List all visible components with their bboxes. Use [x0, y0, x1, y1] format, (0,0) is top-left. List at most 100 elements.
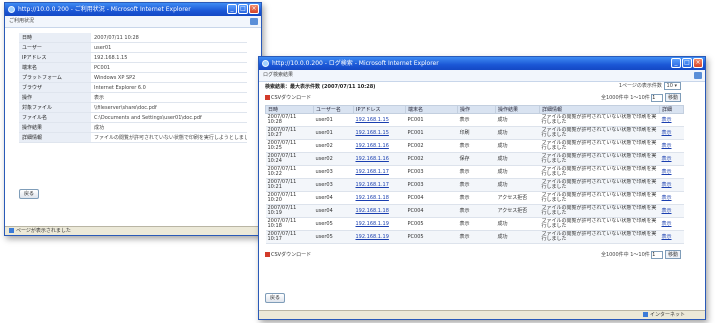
table-cell: PC005 — [405, 217, 458, 231]
page-size-select[interactable]: 10 ▾ — [663, 82, 681, 90]
csv-download-bottom[interactable]: CSVダウンロード — [265, 251, 311, 258]
detail-link[interactable]: 表示 — [659, 204, 684, 218]
detail-window-titlebar[interactable]: http://10.0.0.200 - ご利用状況 - Microsoft In… — [5, 3, 261, 16]
table-cell: user01 — [313, 126, 354, 140]
ip-link[interactable]: 192.168.1.15 — [353, 113, 406, 127]
detail-label: 操作結果 — [19, 122, 91, 133]
close-icon[interactable]: × — [693, 58, 703, 68]
csv-download-top[interactable]: CSVダウンロード — [265, 94, 311, 101]
table-cell: 成功 — [495, 230, 540, 244]
column-header[interactable]: 端末名 — [405, 105, 458, 114]
ip-link[interactable]: 192.168.1.19 — [353, 230, 406, 244]
table-cell: 表示 — [457, 178, 496, 192]
ip-link[interactable]: 192.168.1.17 — [353, 165, 406, 179]
page-go-button[interactable]: 移動 — [664, 250, 681, 259]
column-header[interactable]: 操作 — [457, 105, 496, 114]
ip-link[interactable]: 192.168.1.15 — [353, 126, 406, 140]
csv-icon — [265, 95, 270, 100]
back-button[interactable]: 戻る — [265, 293, 286, 303]
table-cell: 表示 — [457, 113, 496, 127]
detail-row: 操作結果 成功 — [19, 122, 247, 133]
detail-row: 対象ファイル \\fileserver\share\doc.pdf — [19, 102, 247, 113]
detail-row: ユーザー user01 — [19, 42, 247, 53]
column-header[interactable]: 日時 — [265, 105, 314, 114]
pager-bottom: 全1000件中 1〜10件 移動 — [601, 250, 681, 259]
detail-link[interactable]: 表示 — [659, 217, 684, 231]
detail-value: 成功 — [91, 122, 247, 133]
column-header[interactable]: 操作結果 — [495, 105, 540, 114]
detail-row: 操作 表示 — [19, 92, 247, 103]
table-row: 2007/07/11 10:22 user03 192.168.1.17 PC003 表… — [265, 165, 684, 179]
table-cell: 2007/07/11 10:21 — [265, 178, 314, 192]
ip-link[interactable]: 192.168.1.18 — [353, 191, 406, 205]
ip-link[interactable]: 192.168.1.16 — [353, 152, 406, 166]
ip-link[interactable]: 192.168.1.17 — [353, 178, 406, 192]
table-cell: user04 — [313, 191, 354, 205]
back-button[interactable]: 戻る — [19, 189, 40, 199]
detail-row: 端末名 PC001 — [19, 62, 247, 73]
table-cell: ファイルの閲覧が許可されていない状態で印刷を実行しました — [539, 126, 660, 140]
column-header[interactable]: IPアドレス — [353, 105, 406, 114]
detail-row: 日時 2007/07/11 10:28 — [19, 33, 247, 43]
minimize-icon[interactable]: _ — [671, 58, 681, 68]
table-cell: PC003 — [405, 165, 458, 179]
table-row: 2007/07/11 10:19 user04 192.168.1.18 PC004 表… — [265, 204, 684, 218]
table-cell: user02 — [313, 152, 354, 166]
column-header[interactable]: 詳細情報 — [539, 105, 660, 114]
detail-value: C:\Documents and Settings\user01\doc.pdf — [91, 112, 247, 123]
detail-label: IPアドレス — [19, 52, 91, 63]
table-cell: ファイルの閲覧が許可されていない状態で印刷を実行しました — [539, 165, 660, 179]
pager-top: 全1000件中 1〜10件 移動 — [601, 93, 681, 102]
detail-row: ファイル名 C:\Documents and Settings\user01\do… — [19, 112, 247, 123]
ip-link[interactable]: 192.168.1.18 — [353, 204, 406, 218]
detail-link[interactable]: 表示 — [659, 191, 684, 205]
table-cell: ファイルの閲覧が許可されていない状態で印刷を実行しました — [539, 152, 660, 166]
detail-row: 詳細情報 ファイルの閲覧が許可されていない状態で印刷を実行しようとしました — [19, 132, 247, 143]
search-window-titlebar[interactable]: http://10.0.0.200 - ログ検索 - Microsoft Int… — [259, 57, 705, 70]
maximize-icon[interactable]: □ — [238, 4, 248, 14]
ip-link[interactable]: 192.168.1.16 — [353, 139, 406, 153]
minimize-icon[interactable]: _ — [227, 4, 237, 14]
table-cell: user03 — [313, 178, 354, 192]
table-cell: ファイルの閲覧が許可されていない状態で印刷を実行しました — [539, 217, 660, 231]
maximize-icon[interactable]: □ — [682, 58, 692, 68]
table-cell: 表示 — [457, 139, 496, 153]
help-icon[interactable] — [250, 18, 258, 25]
detail-link[interactable]: 表示 — [659, 165, 684, 179]
detail-link[interactable]: 表示 — [659, 230, 684, 244]
detail-link[interactable]: 表示 — [659, 178, 684, 192]
search-window-title: http://10.0.0.200 - ログ検索 - Microsoft Int… — [272, 60, 439, 67]
ip-link[interactable]: 192.168.1.19 — [353, 217, 406, 231]
table-cell: user04 — [313, 204, 354, 218]
search-status-bar: インターネット — [259, 310, 705, 319]
table-cell: PC001 — [405, 126, 458, 140]
detail-link[interactable]: 表示 — [659, 152, 684, 166]
table-cell: 2007/07/11 10:18 — [265, 217, 314, 231]
page-size-value: 10 — [666, 83, 673, 89]
table-row: 2007/07/11 10:18 user05 192.168.1.19 PC005 表… — [265, 217, 684, 231]
table-row: 2007/07/11 10:28 user01 192.168.1.15 PC001 表… — [265, 113, 684, 127]
help-icon[interactable] — [694, 72, 702, 79]
page-number-input[interactable] — [651, 93, 664, 102]
zone-label: インターネット — [649, 312, 685, 318]
table-cell: 2007/07/11 10:24 — [265, 152, 314, 166]
detail-link[interactable]: 表示 — [659, 139, 684, 153]
column-header[interactable]: 詳細 — [659, 105, 684, 114]
csv-download-label: CSVダウンロード — [271, 95, 312, 101]
detail-label: 詳細情報 — [19, 132, 91, 143]
detail-link[interactable]: 表示 — [659, 126, 684, 140]
results-table: 日時 ユーザー名 IPアドレス 端末名 操作 操作結果 詳細情報 詳細 2007/07/11 … — [265, 105, 684, 244]
column-header[interactable]: ユーザー名 — [313, 105, 354, 114]
table-row: 2007/07/11 10:20 user04 192.168.1.18 PC004 表… — [265, 191, 684, 205]
detail-link[interactable]: 表示 — [659, 113, 684, 127]
close-icon[interactable]: × — [249, 4, 259, 14]
table-cell: PC003 — [405, 178, 458, 192]
table-cell: user05 — [313, 217, 354, 231]
detail-page-title: ご利用状況 — [9, 18, 35, 24]
table-cell: user02 — [313, 139, 354, 153]
page-number-input[interactable] — [651, 250, 664, 259]
detail-value: 表示 — [91, 92, 247, 103]
ie-icon — [8, 6, 15, 13]
page-go-button[interactable]: 移動 — [664, 93, 681, 102]
table-cell: 2007/07/11 10:20 — [265, 191, 314, 205]
